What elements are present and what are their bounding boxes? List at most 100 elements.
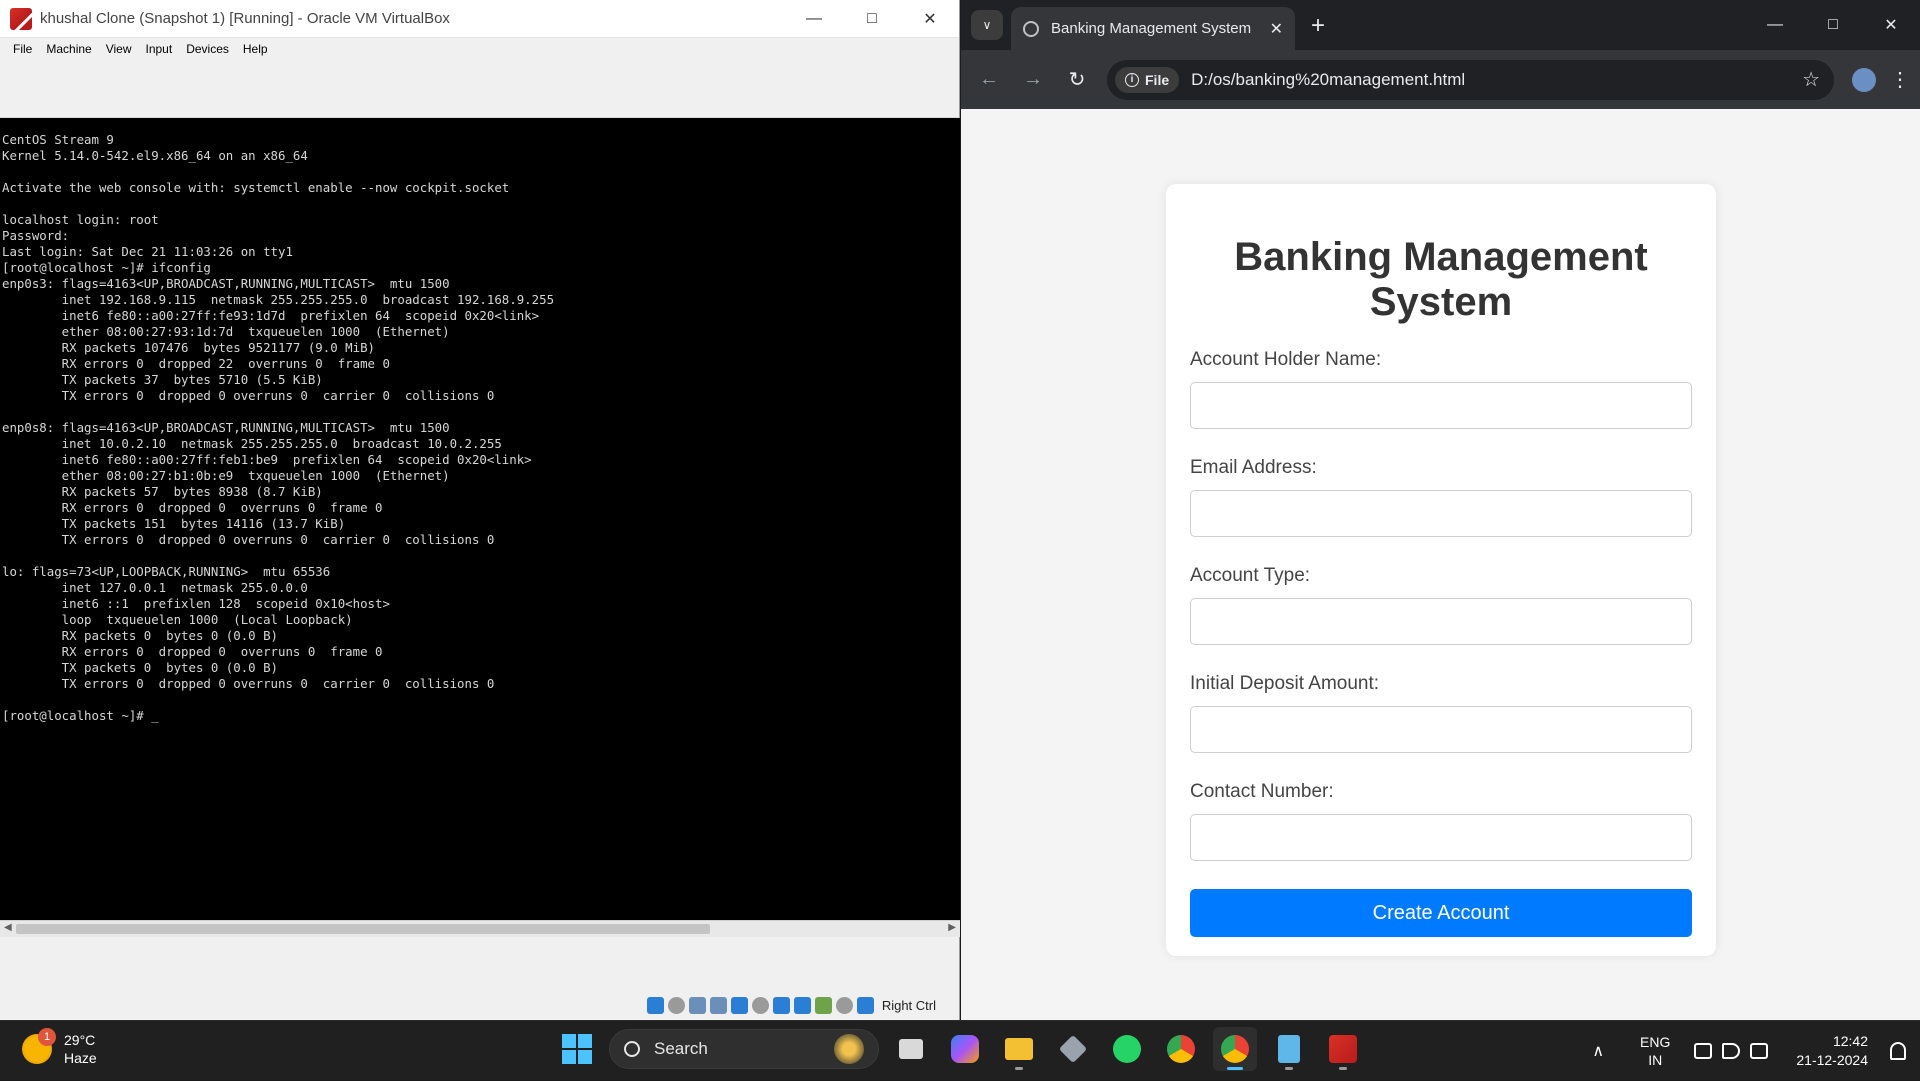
forward-button[interactable]: →: [1015, 62, 1051, 98]
windows-taskbar: 1 29°C Haze Search ∧ ENG IN 12:42 21-12-…: [0, 1020, 1920, 1080]
field-label-contact-number: Contact Number:: [1190, 781, 1334, 802]
search-icon: [624, 1041, 640, 1057]
weather-badge: 1: [38, 1028, 56, 1046]
tab-close-icon[interactable]: ✕: [1270, 19, 1283, 39]
terminal-output: CentOS Stream 9 Kernel 5.14.0-542.el9.x8…: [2, 132, 555, 723]
tray-icons: [1694, 1043, 1769, 1059]
network-icon[interactable]: [709, 996, 727, 1014]
hard-disk-icon[interactable]: [646, 996, 664, 1014]
bookmark-star-icon[interactable]: ☆: [1802, 67, 1820, 92]
mouse-integration-icon[interactable]: [835, 996, 853, 1014]
menu-file[interactable]: File: [6, 42, 39, 56]
system-clock[interactable]: 12:42 21-12-2024: [1796, 1032, 1868, 1070]
audio-icon[interactable]: [688, 996, 706, 1014]
vbox-toolbar-area: [0, 60, 959, 118]
menu-kebab-icon[interactable]: ⋮: [1890, 67, 1910, 92]
menu-input[interactable]: Input: [139, 42, 180, 56]
vbox-menubar: File Machine View Input Devices Help: [0, 38, 959, 60]
scroll-right-icon[interactable]: ▶: [948, 922, 956, 933]
menu-view[interactable]: View: [99, 42, 139, 56]
close-button[interactable]: ✕: [901, 0, 959, 38]
chrome-icon[interactable]: [1159, 1027, 1203, 1071]
optical-drive-icon[interactable]: [667, 996, 685, 1014]
display-icon[interactable]: [772, 996, 790, 1014]
weather-sun-icon: 1: [22, 1028, 56, 1064]
contact-number-input[interactable]: [1190, 814, 1692, 861]
file-explorer-icon[interactable]: [997, 1027, 1041, 1071]
page-viewport: Banking Management System Account Holder…: [961, 109, 1920, 1020]
minimize-button[interactable]: —: [785, 0, 843, 38]
clock-date: 21-12-2024: [1796, 1052, 1868, 1068]
virtualbox-window: khushal Clone (Snapshot 1) [Running] - O…: [0, 0, 960, 1020]
vbox-titlebar: khushal Clone (Snapshot 1) [Running] - O…: [0, 0, 959, 38]
network-icon[interactable]: [1694, 1043, 1713, 1059]
menu-help[interactable]: Help: [236, 42, 275, 56]
account-holder-name-input[interactable]: [1190, 382, 1692, 429]
notification-bell-icon[interactable]: [1890, 1042, 1906, 1060]
chrome-window-controls: — □ ✕: [1746, 0, 1920, 50]
tab-search-button[interactable]: ∨: [971, 10, 1003, 40]
menu-machine[interactable]: Machine: [39, 42, 98, 56]
chrome-window: ∨ Banking Management System ✕ + — □ ✕ ← …: [961, 0, 1920, 1020]
system-tray: ∧ ENG IN 12:42 21-12-2024: [1592, 1021, 1920, 1081]
minimize-button[interactable]: —: [1746, 0, 1804, 50]
volume-icon[interactable]: [1722, 1043, 1741, 1059]
lang-secondary: IN: [1648, 1052, 1663, 1068]
virtualbox-icon: [10, 7, 32, 30]
cpu-icon[interactable]: [814, 996, 832, 1014]
maximize-button[interactable]: □: [1804, 0, 1862, 50]
address-bar[interactable]: i File D:/os/banking%20management.html ☆: [1107, 59, 1834, 100]
usb-icon[interactable]: [730, 996, 748, 1014]
task-view-icon[interactable]: [889, 1027, 933, 1071]
field-label-email: Email Address:: [1190, 457, 1317, 478]
globe-icon: [1023, 20, 1039, 37]
account-form-card: Banking Management System Account Holder…: [1166, 184, 1716, 956]
weather-text: 29°C Haze: [64, 1031, 97, 1067]
virtualbox-manager-icon[interactable]: [1051, 1027, 1095, 1071]
host-key-label: Right Ctrl: [881, 997, 936, 1013]
scroll-left-icon[interactable]: ◀: [4, 922, 12, 933]
clock-time: 12:42: [1832, 1033, 1868, 1049]
taskbar-apps: Search: [555, 1027, 1365, 1071]
battery-icon[interactable]: [1750, 1043, 1769, 1059]
horizontal-scrollbar[interactable]: ◀ ▶: [0, 920, 960, 937]
reload-button[interactable]: ↻: [1059, 62, 1095, 98]
close-button[interactable]: ✕: [1862, 0, 1920, 50]
lang-primary: ENG: [1640, 1034, 1671, 1050]
tab-title: Banking Management System: [1051, 20, 1252, 37]
site-info-label: File: [1145, 71, 1170, 88]
virtualbox-icon[interactable]: [1321, 1027, 1365, 1071]
scrollbar-thumb[interactable]: [16, 924, 710, 934]
whatsapp-icon[interactable]: [1105, 1027, 1149, 1071]
recording-icon[interactable]: [793, 996, 811, 1014]
profile-avatar[interactable]: [1852, 67, 1876, 92]
search-highlight-icon: [834, 1034, 864, 1064]
vm-display[interactable]: CentOS Stream 9 Kernel 5.14.0-542.el9.x8…: [0, 118, 960, 920]
account-type-input[interactable]: [1190, 598, 1692, 645]
info-icon: i: [1125, 72, 1139, 87]
url-text[interactable]: D:/os/banking%20management.html: [1191, 70, 1802, 90]
field-label-account-type: Account Type:: [1190, 565, 1311, 586]
search-label: Search: [654, 1039, 708, 1058]
start-button[interactable]: [555, 1027, 599, 1071]
maximize-button[interactable]: □: [843, 0, 901, 38]
email-address-input[interactable]: [1190, 490, 1692, 537]
initial-deposit-input[interactable]: [1190, 706, 1692, 753]
weather-widget[interactable]: 1 29°C Haze: [22, 1028, 97, 1067]
shared-folders-icon[interactable]: [751, 996, 769, 1014]
create-account-button[interactable]: Create Account: [1190, 889, 1692, 937]
back-button[interactable]: ←: [971, 62, 1007, 98]
copilot-icon[interactable]: [943, 1027, 987, 1071]
keyboard-capture-icon[interactable]: [856, 996, 874, 1014]
site-info-chip[interactable]: i File: [1115, 66, 1180, 93]
chrome-profile-icon[interactable]: [1213, 1027, 1257, 1071]
new-tab-button[interactable]: +: [1311, 12, 1325, 40]
menu-devices[interactable]: Devices: [179, 42, 236, 56]
weather-desc: Haze: [64, 1050, 97, 1066]
notepad-icon[interactable]: [1267, 1027, 1311, 1071]
input-language[interactable]: ENG IN: [1640, 1033, 1670, 1069]
tab-banking[interactable]: Banking Management System ✕: [1011, 7, 1295, 50]
taskbar-search[interactable]: Search: [609, 1029, 879, 1069]
show-hidden-icons-chevron-icon[interactable]: ∧: [1592, 1041, 1604, 1061]
page-title: Banking Management System: [1234, 235, 1648, 324]
